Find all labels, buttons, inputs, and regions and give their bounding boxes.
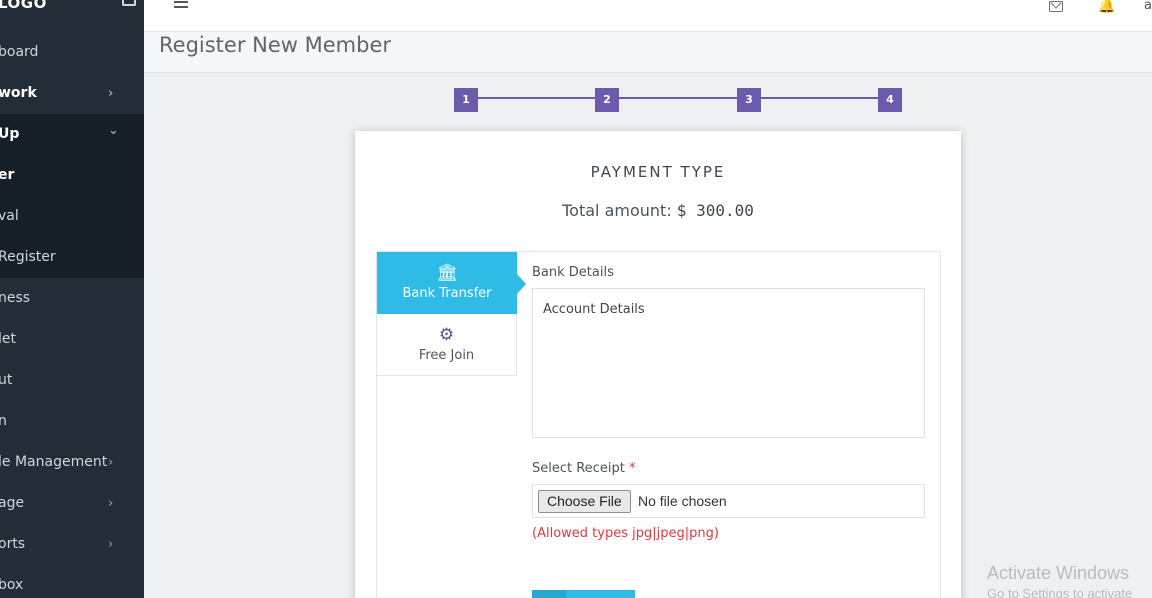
select-receipt-text: Select Receipt (532, 461, 625, 476)
sidebar-item-label: board (0, 44, 39, 60)
tab-label: Bank Transfer (402, 286, 492, 301)
allowed-types-hint: (Allowed types jpg|jpeg|png) (532, 526, 719, 541)
sidebar-item-inbox[interactable]: box (0, 565, 144, 598)
step-3: 3 (737, 88, 761, 112)
sidebar-item-signup[interactable]: Up ⌄ (0, 114, 144, 155)
account-details-text: Account Details (543, 302, 645, 317)
activation-watermark-title: Activate Windows (987, 563, 1130, 583)
sidebar-item-package[interactable]: age › (0, 483, 144, 524)
sidebar: LOGO board work › Up ⌄ er val Register n… (0, 0, 144, 598)
choose-file-button[interactable]: Choose File (538, 490, 631, 513)
stepper-line (476, 97, 881, 99)
gear-icon: ⚙ (438, 325, 455, 345)
select-receipt-label: Select Receipt * (532, 461, 635, 476)
chevron-right-icon: › (108, 496, 114, 511)
sidebar-subitem-approval[interactable]: val (0, 196, 144, 237)
sidebar-item-business[interactable]: ness (0, 278, 144, 319)
sidebar-item-label: le Management (0, 454, 108, 470)
total-amount: Total amount: $ 300.00 (355, 201, 961, 220)
tab-bank-transfer[interactable]: 🏛 Bank Transfer (377, 252, 526, 314)
chevron-right-icon: › (108, 455, 114, 470)
tab-label: Free Join (418, 348, 475, 363)
bell-icon[interactable]: 🔔 (1098, 0, 1115, 14)
sidebar-item-label: age (0, 495, 25, 511)
sidebar-item-label: let (0, 331, 16, 347)
step-2: 2 (595, 88, 619, 112)
sidebar-item-label: Register (0, 249, 56, 265)
sidebar-item-label: ut (0, 372, 13, 388)
sidebar-item-label: box (0, 577, 24, 593)
sidebar-subitem-register-member[interactable]: er (0, 155, 144, 196)
chevron-right-icon: › (108, 537, 114, 552)
chevron-right-icon: › (108, 86, 114, 101)
file-status-text: No file chosen (638, 493, 727, 509)
total-amount-label: Total amount: (562, 201, 672, 220)
required-mark: * (628, 461, 636, 476)
sidebar-item-label: n (0, 413, 7, 429)
sidebar-item-n[interactable]: n (0, 401, 144, 442)
step-4: 4 (878, 88, 902, 112)
app-logo: LOGO (0, 0, 47, 12)
submit-button[interactable] (532, 590, 635, 598)
sidebar-item-label: val (0, 208, 19, 224)
sidebar-item-network[interactable]: work › (0, 73, 144, 114)
user-menu[interactable]: a (1144, 0, 1152, 13)
mail-icon[interactable] (1049, 1, 1063, 12)
top-bar: 🔔 a (144, 0, 1152, 32)
step-1: 1 (454, 88, 478, 112)
receipt-file-input[interactable]: Choose File No file chosen (532, 484, 925, 518)
bank-details-label: Bank Details (532, 265, 614, 280)
payment-type-title: PAYMENT TYPE (590, 163, 726, 181)
page-title: Register New Member (159, 33, 391, 57)
total-amount-value: $ 300.00 (676, 201, 754, 220)
page-header: Register New Member (144, 32, 1152, 73)
menu-toggle-icon[interactable] (174, 1, 188, 13)
sidebar-item-label: Up (0, 126, 20, 142)
sidebar-subitem-register[interactable]: Register (0, 237, 144, 278)
sidebar-toggle-icon[interactable] (122, 0, 136, 6)
sidebar-item-dashboard[interactable]: board (0, 32, 144, 73)
sidebar-item-label: er (0, 167, 15, 183)
sidebar-item-label: ness (0, 290, 31, 306)
sidebar-item-label: work (0, 85, 37, 101)
sidebar-item-wallet[interactable]: let (0, 319, 144, 360)
account-details-box: Account Details (532, 288, 925, 438)
sidebar-item-profile-management[interactable]: le Management › (0, 442, 144, 483)
tab-free-join[interactable]: ⚙ Free Join (377, 314, 517, 376)
activation-watermark-subtitle: Go to Settings to activate (987, 586, 1133, 598)
sidebar-item-reports[interactable]: orts › (0, 524, 144, 565)
chevron-down-icon: ⌄ (108, 123, 119, 138)
bank-icon: 🏛 (436, 263, 458, 283)
sidebar-item-payout[interactable]: ut (0, 360, 144, 401)
sidebar-item-label: orts (0, 536, 26, 552)
